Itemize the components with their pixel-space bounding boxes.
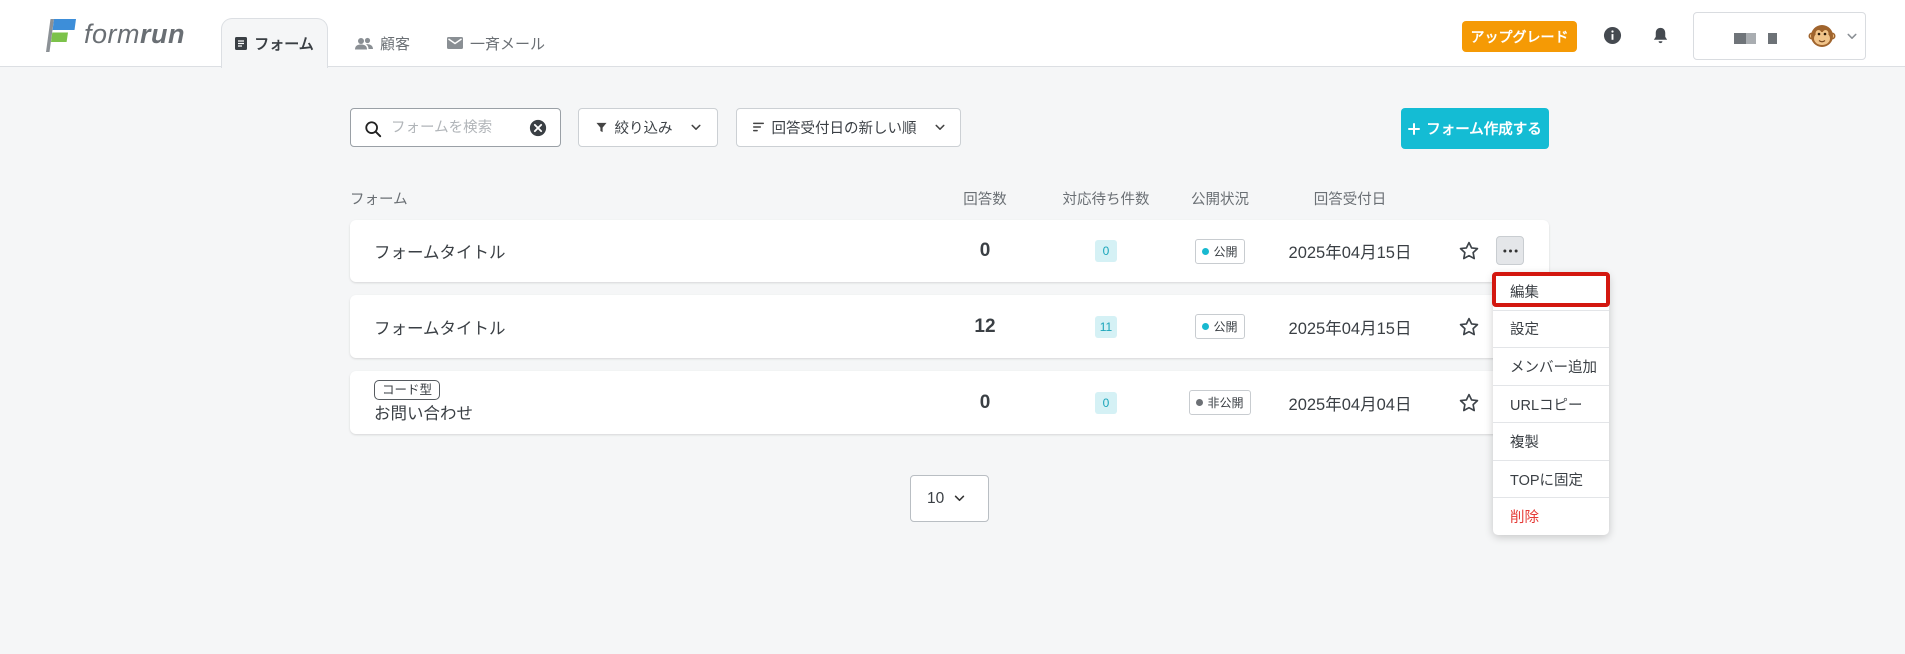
column-header-form: フォーム	[350, 192, 408, 208]
response-count: 12	[974, 315, 996, 337]
search-box[interactable]	[350, 108, 561, 147]
menu-item-pin-top[interactable]: TOPに固定	[1493, 459, 1609, 498]
star-icon[interactable]	[1458, 220, 1480, 282]
formrun-logo-icon[interactable]	[44, 18, 76, 52]
status-dot	[1202, 323, 1210, 330]
column-header-date: 回答受付日	[1313, 192, 1387, 208]
response-count: 0	[979, 391, 991, 413]
column-header-status: 公開状況	[1191, 192, 1249, 208]
table-row[interactable]: フォームタイトル 0 0 公開 2025年04月15日	[350, 220, 1549, 282]
sort-icon	[752, 122, 764, 133]
search-input[interactable]	[391, 117, 523, 139]
tab-forms-label: フォーム	[254, 36, 314, 53]
create-form-button[interactable]: フォーム作成する	[1401, 108, 1549, 149]
redacted-account-name-part	[1768, 33, 1777, 44]
monkey-avatar-icon	[1808, 22, 1836, 50]
pending-count-badge: 0	[1095, 391, 1117, 414]
plus-icon	[1408, 122, 1421, 135]
form-title[interactable]: お問い合わせ	[374, 404, 473, 424]
people-icon	[355, 37, 373, 50]
column-header-responses: 回答数	[963, 192, 1007, 208]
sort-label: 回答受付日の新しい順	[771, 121, 917, 137]
menu-item-add-member[interactable]: メンバー追加	[1493, 347, 1609, 385]
form-title[interactable]: フォームタイトル	[374, 295, 506, 358]
received-date: 2025年04月04日	[1288, 395, 1412, 414]
form-title[interactable]: フォームタイトル	[374, 220, 506, 282]
row-actions-menu: 編集 設定 メンバー追加 URLコピー 複製 TOPに固定 削除	[1493, 273, 1609, 535]
menu-item-edit[interactable]: 編集	[1493, 273, 1609, 310]
logo-text-regular: form	[84, 19, 140, 49]
menu-item-delete[interactable]: 削除	[1493, 497, 1609, 535]
status-label: 公開	[1213, 320, 1238, 334]
redacted-account-name	[1734, 33, 1756, 44]
bell-icon[interactable]	[1651, 26, 1670, 45]
form-icon	[235, 37, 248, 50]
chevron-down-icon	[1847, 33, 1857, 40]
status-badge: 非公開	[1189, 390, 1251, 415]
received-date: 2025年04月15日	[1288, 244, 1412, 262]
status-label: 公開	[1213, 244, 1238, 259]
star-icon[interactable]	[1458, 371, 1480, 434]
star-icon[interactable]	[1458, 295, 1480, 358]
status-dot	[1202, 247, 1210, 255]
tab-forms[interactable]: フォーム	[221, 18, 328, 68]
filter-icon	[595, 122, 607, 133]
mail-icon	[447, 37, 463, 49]
status-badge: 公開	[1195, 314, 1245, 339]
received-date: 2025年04月15日	[1288, 319, 1412, 338]
pending-count-badge: 0	[1095, 240, 1117, 262]
search-icon	[364, 120, 382, 138]
chevron-down-icon	[935, 124, 945, 131]
tab-customers[interactable]: 顧客	[355, 18, 410, 68]
menu-item-duplicate[interactable]: 複製	[1493, 422, 1609, 460]
logo-text-bold: run	[140, 19, 185, 49]
chevron-down-icon	[954, 495, 965, 502]
response-count: 0	[979, 240, 991, 261]
clear-icon[interactable]	[529, 119, 547, 137]
status-badge: 公開	[1195, 238, 1245, 264]
status-label: 非公開	[1207, 396, 1244, 410]
sort-button[interactable]: 回答受付日の新しい順	[736, 108, 961, 147]
status-dot	[1196, 399, 1204, 406]
info-icon[interactable]	[1603, 26, 1622, 45]
pending-count-badge: 11	[1094, 315, 1118, 338]
menu-item-settings[interactable]: 設定	[1493, 309, 1609, 348]
table-row[interactable]: フォームタイトル 12 11 公開 2025年04月15日	[350, 295, 1549, 358]
more-dots-icon	[1502, 249, 1518, 252]
filter-label: 絞り込み	[614, 121, 673, 137]
account-menu-button[interactable]	[1693, 12, 1866, 60]
table-row[interactable]: コード型 お問い合わせ 0 0 非公開 2025年04月04日	[350, 371, 1549, 434]
per-page-value: 10	[927, 489, 945, 507]
upgrade-button[interactable]: アップグレード	[1462, 21, 1577, 52]
form-title-group: コード型 お問い合わせ	[374, 380, 473, 424]
tab-bulk-mail[interactable]: 一斉メール	[447, 18, 545, 68]
chevron-down-icon	[691, 124, 701, 131]
formrun-logo-text[interactable]: formrun	[84, 17, 185, 51]
tab-customers-label: 顧客	[380, 35, 411, 53]
tab-bulk-mail-label: 一斉メール	[470, 35, 546, 53]
filter-button[interactable]: 絞り込み	[578, 108, 718, 147]
menu-item-copy-url[interactable]: URLコピー	[1493, 384, 1609, 423]
more-options-button[interactable]	[1496, 236, 1524, 265]
form-type-tag: コード型	[374, 380, 441, 400]
create-form-label: フォーム作成する	[1426, 122, 1542, 138]
per-page-select[interactable]: 10	[910, 475, 989, 522]
